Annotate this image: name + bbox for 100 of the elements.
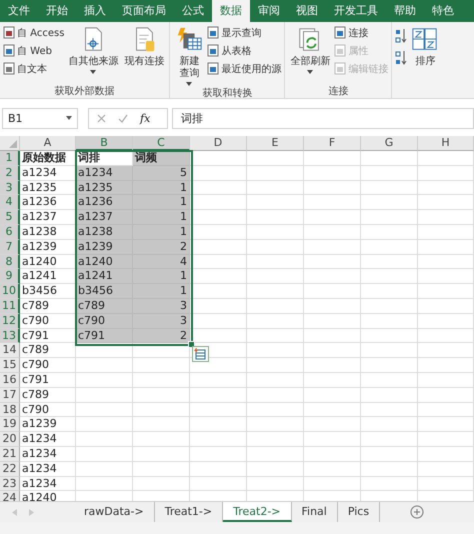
ribbon-button[interactable]: 显示查询 xyxy=(207,24,282,41)
row-header[interactable]: 1 xyxy=(0,151,20,166)
table-cell: c790 xyxy=(20,402,76,418)
ribbon-button[interactable]: 新建 查询 xyxy=(173,24,206,86)
table-cell: 4 xyxy=(133,254,190,270)
table-cell: a1240 xyxy=(76,254,133,270)
row-header[interactable]: 5 xyxy=(0,210,20,225)
row-header[interactable]: 23 xyxy=(0,476,20,492)
table-cell: c789 xyxy=(20,343,76,358)
row-header[interactable]: 3 xyxy=(0,180,20,196)
row-header[interactable]: 19 xyxy=(0,417,20,432)
document-icon xyxy=(334,62,346,75)
table-cell: b3456 xyxy=(20,284,76,299)
row-header[interactable]: 17 xyxy=(0,388,20,403)
ribbon-button[interactable]: 自其他来源 xyxy=(66,24,120,84)
ribbon-button[interactable]: 自 Access xyxy=(3,24,64,41)
table-cell: 1 xyxy=(133,210,190,225)
table-cell: a1240 xyxy=(20,254,76,270)
row-header[interactable]: 9 xyxy=(0,269,20,284)
insert-function-button[interactable]: fx xyxy=(140,112,150,124)
quick-analysis-icon[interactable] xyxy=(192,346,209,362)
ribbon-tab[interactable]: 开发工具 xyxy=(326,0,386,22)
ribbon-tab[interactable]: 公式 xyxy=(174,0,212,22)
group-label: 获取外部数据 xyxy=(54,84,116,98)
ribbon-button[interactable]: 排序 xyxy=(409,24,442,98)
row-header[interactable]: 13 xyxy=(0,328,20,344)
column-header[interactable]: D xyxy=(190,136,247,151)
table-cell: a1234 xyxy=(20,446,76,462)
group-label: 获取和转换 xyxy=(201,86,254,98)
column-header[interactable]: B xyxy=(76,136,133,151)
table-cell: 2 xyxy=(133,328,190,344)
row-header[interactable]: 4 xyxy=(0,195,20,210)
row-header[interactable]: 8 xyxy=(0,254,20,270)
ribbon-button[interactable]: 全部刷新 xyxy=(288,24,332,84)
table-cell: c791 xyxy=(76,328,133,344)
column-header[interactable]: F xyxy=(304,136,361,151)
table-cell: a1239 xyxy=(20,240,76,255)
row-header[interactable]: 14 xyxy=(0,343,20,358)
name-box[interactable]: B1 xyxy=(2,108,78,128)
ribbon-tab[interactable]: 数据 xyxy=(212,0,250,22)
row-header[interactable]: 11 xyxy=(0,298,20,314)
row-header[interactable]: 15 xyxy=(0,358,20,373)
sort-ascending-icon[interactable] xyxy=(395,28,408,44)
row-header[interactable]: 24 xyxy=(0,491,20,501)
ribbon-button[interactable]: 现有连接 xyxy=(122,24,166,84)
row-header[interactable]: 16 xyxy=(0,372,20,388)
table-cell: c790 xyxy=(20,358,76,373)
table-cell: a1239 xyxy=(76,240,133,255)
table-cell: c790 xyxy=(76,314,133,329)
table-cell: 1 xyxy=(133,224,190,240)
table-icon xyxy=(207,26,220,39)
document-icon xyxy=(3,26,15,39)
sort-descending-icon[interactable] xyxy=(395,50,408,66)
ribbon-tab[interactable]: 视图 xyxy=(288,0,326,22)
table-cell: c790 xyxy=(20,314,76,329)
table-icon xyxy=(207,62,220,75)
row-header[interactable]: 22 xyxy=(0,462,20,477)
ribbon-button[interactable]: 自 Web xyxy=(3,42,64,59)
column-header[interactable]: G xyxy=(361,136,418,151)
row-header[interactable]: 21 xyxy=(0,446,20,462)
ribbon-tab[interactable]: 特色 xyxy=(424,0,454,22)
ribbon-button[interactable]: 最近使用的源 xyxy=(207,60,282,77)
cancel-icon[interactable] xyxy=(97,114,106,122)
table-cell: 5 xyxy=(133,166,190,181)
sheet-tab[interactable]: Treat2-> xyxy=(223,502,292,522)
table-cell: a1235 xyxy=(20,180,76,196)
table-cell: a1239 xyxy=(20,417,76,432)
ribbon-button[interactable]: 从表格 xyxy=(207,42,282,59)
ribbon-button[interactable]: 连接 xyxy=(334,24,388,41)
ribbon-button[interactable]: 自文本 xyxy=(3,60,64,77)
column-header[interactable]: H xyxy=(418,136,474,151)
table-cell: 1 xyxy=(133,269,190,284)
row-header[interactable]: 6 xyxy=(0,224,20,240)
column-header[interactable]: C xyxy=(133,136,190,151)
document-icon xyxy=(3,62,15,75)
row-header[interactable]: 10 xyxy=(0,284,20,299)
ribbon-tab[interactable]: 文件 xyxy=(0,0,38,22)
table-cell: 1 xyxy=(133,195,190,210)
caret-icon xyxy=(66,116,72,120)
formula-field[interactable]: 词排 xyxy=(172,108,474,128)
table-cell: c791 xyxy=(20,328,76,344)
table-cell: 1 xyxy=(133,284,190,299)
ribbon-tab[interactable]: 页面布局 xyxy=(114,0,174,22)
table-cell: a1236 xyxy=(20,195,76,210)
ribbon-tab[interactable]: 审阅 xyxy=(250,0,288,22)
row-header[interactable]: 2 xyxy=(0,166,20,181)
table-cell: a1237 xyxy=(76,210,133,225)
row-header[interactable]: 12 xyxy=(0,314,20,329)
add-sheet-icon[interactable] xyxy=(410,505,424,519)
ribbon-tab[interactable]: 插入 xyxy=(76,0,114,22)
check-icon[interactable] xyxy=(118,114,128,122)
ribbon-tab[interactable]: 帮助 xyxy=(386,0,424,22)
table-cell: a1238 xyxy=(20,224,76,240)
ribbon-tab[interactable]: 开始 xyxy=(38,0,76,22)
row-header[interactable]: 18 xyxy=(0,402,20,418)
row-header[interactable]: 20 xyxy=(0,432,20,447)
column-header[interactable]: E xyxy=(247,136,304,151)
row-header[interactable]: 7 xyxy=(0,240,20,255)
document-icon xyxy=(3,44,15,57)
document-icon xyxy=(334,26,346,39)
